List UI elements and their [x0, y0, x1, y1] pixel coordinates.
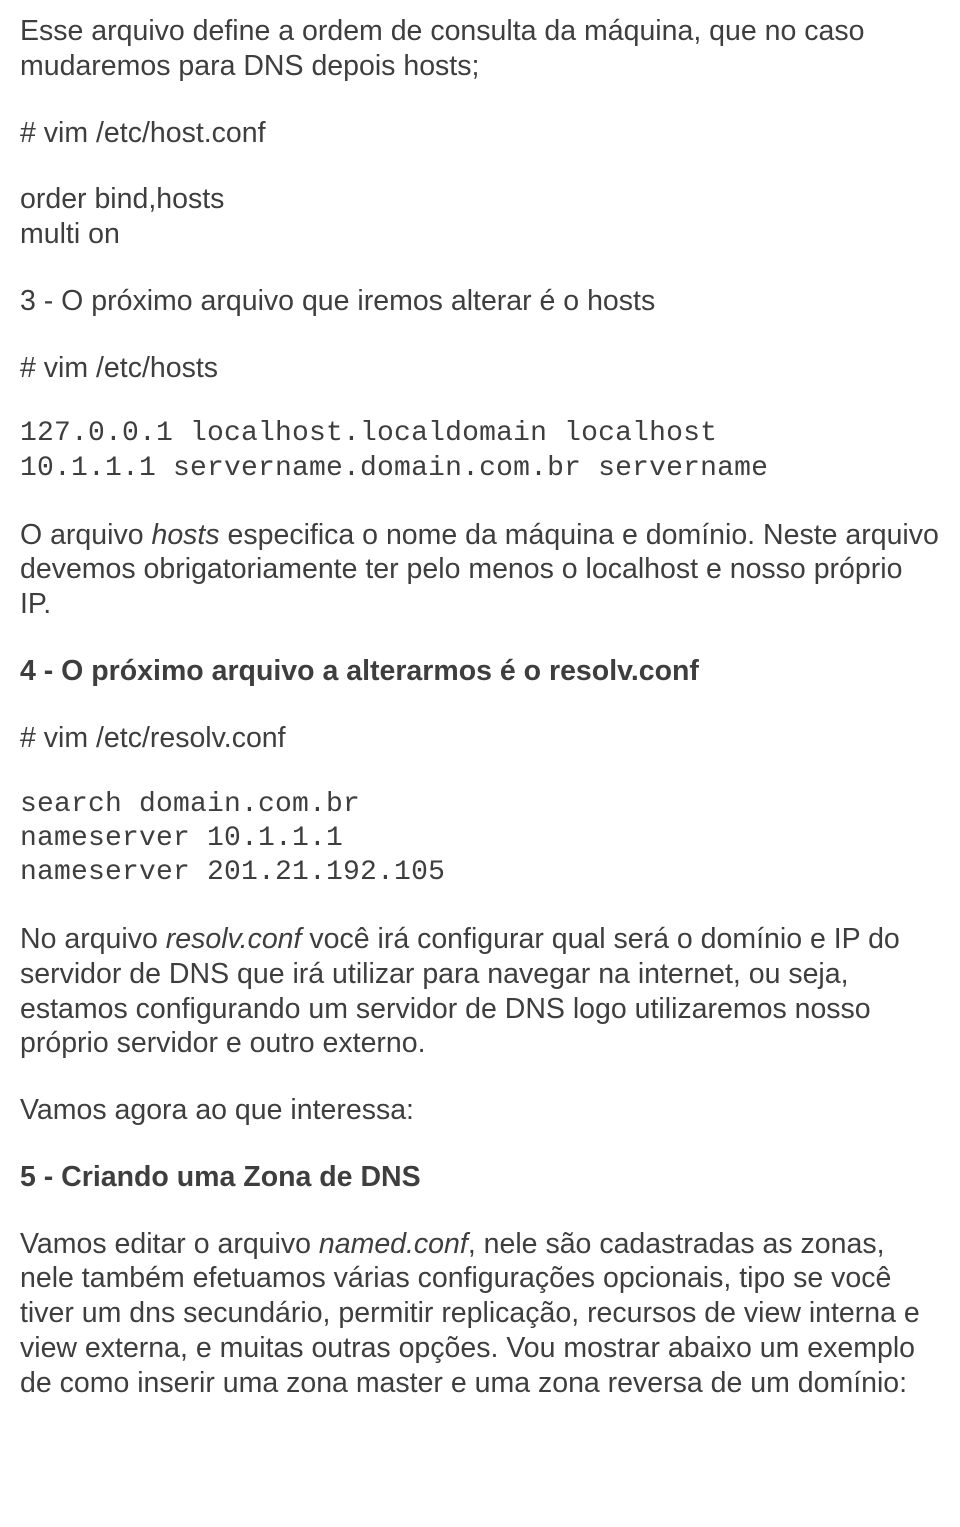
step-5-title: 5 - Criando uma Zona de DNS [20, 1160, 940, 1195]
text-italic-hosts: hosts [151, 519, 219, 551]
step-4-title: 4 - O próximo arquivo a alterarmos é o r… [20, 654, 940, 689]
paragraph-namedconf-explain: Vamos editar o arquivo named.conf, nele … [20, 1227, 940, 1401]
hosts-line-1: 127.0.0.1 localhost.localdomain localhos… [20, 417, 940, 451]
hosts-line-2: 10.1.1.1 servername.domain.com.br server… [20, 452, 940, 486]
hostconf-contents: order bind,hosts multi on [20, 182, 940, 252]
resolv-line-2: nameserver 10.1.1.1 [20, 822, 940, 856]
hostconf-line-2: multi on [20, 217, 940, 252]
step-3-title: 3 - O próximo arquivo que iremos alterar… [20, 284, 940, 319]
paragraph-resolv-explain: No arquivo resolv.conf você irá configur… [20, 922, 940, 1061]
resolvconf-contents: search domain.com.br nameserver 10.1.1.1… [20, 788, 940, 890]
command-vim-resolv: # vim /etc/resolv.conf [20, 721, 940, 756]
hosts-contents: 127.0.0.1 localhost.localdomain localhos… [20, 417, 940, 485]
resolv-line-1: search domain.com.br [20, 788, 940, 822]
text-fragment: O arquivo [20, 519, 151, 551]
paragraph-transition: Vamos agora ao que interessa: [20, 1093, 940, 1128]
text-italic-resolvconf: resolv.conf [166, 923, 302, 955]
command-vim-host-conf: # vim /etc/host.conf [20, 116, 940, 151]
paragraph-intro: Esse arquivo define a ordem de consulta … [20, 14, 940, 84]
text-fragment: No arquivo [20, 923, 166, 955]
resolv-line-3: nameserver 201.21.192.105 [20, 856, 940, 890]
hostconf-line-1: order bind,hosts [20, 182, 940, 217]
text-italic-namedconf: named.conf [319, 1228, 468, 1260]
text-fragment: Vamos editar o arquivo [20, 1228, 319, 1260]
command-vim-hosts: # vim /etc/hosts [20, 351, 940, 386]
paragraph-hosts-explain: O arquivo hosts especifica o nome da máq… [20, 518, 940, 622]
